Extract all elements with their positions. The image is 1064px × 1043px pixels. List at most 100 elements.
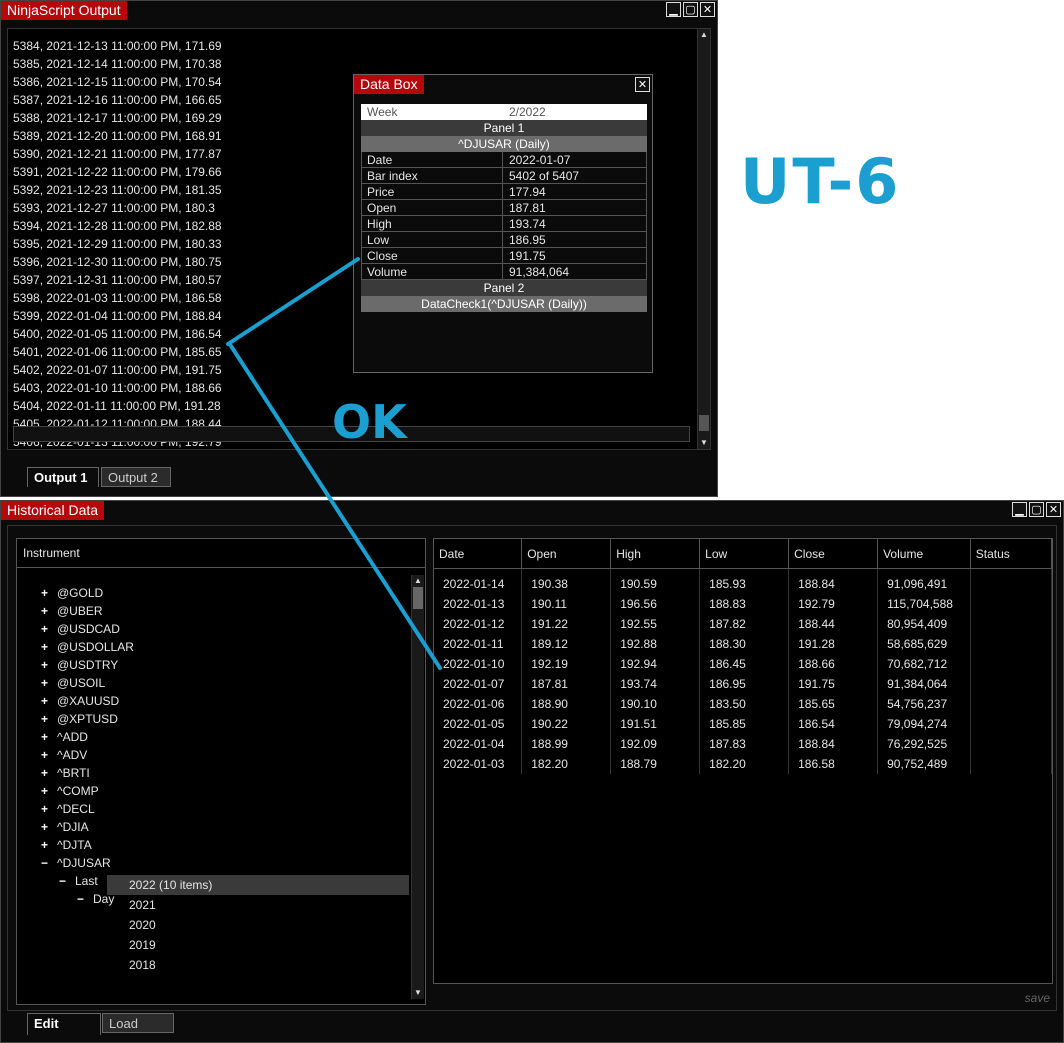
scroll-down-icon[interactable]: ▼ (412, 987, 424, 999)
table-cell: 2022-01-07 (434, 674, 523, 694)
expand-icon[interactable]: + (41, 836, 55, 854)
output-line: 5385, 2021-12-14 11:00:00 PM, 170.38 (13, 57, 222, 71)
table-row[interactable]: 2022-01-03 182.20 188.79 182.20 186.58 90,752… (434, 754, 1052, 774)
table-row[interactable]: 2022-01-07 187.81 193.74 186.95 191.75 91,384… (434, 674, 1052, 694)
table-cell: 2022-01-14 (434, 568, 523, 594)
data-box-row: Bar index 5402 of 5407 (361, 168, 647, 184)
expand-icon[interactable]: + (41, 746, 55, 764)
table-row[interactable]: 2022-01-04 188.99 192.09 187.83 188.84 76,292… (434, 734, 1052, 754)
expand-icon[interactable]: + (41, 674, 55, 692)
tree-item[interactable]: + ^COMP (17, 782, 411, 800)
instrument-header: Instrument (17, 539, 425, 568)
maximize-icon[interactable]: ▢ (1029, 502, 1044, 517)
tree-item-label: ^DJUSAR (57, 856, 111, 870)
expand-icon[interactable]: + (41, 782, 55, 800)
output-line: 5397, 2021-12-31 11:00:00 PM, 180.57 (13, 273, 222, 287)
tree-item[interactable]: + @UBER (17, 602, 411, 620)
data-box-close-icon[interactable]: ✕ (635, 77, 650, 92)
tree-item[interactable]: + ^DJTA (17, 836, 411, 854)
table-row[interactable]: 2022-01-10 192.19 192.94 186.45 188.66 70,682… (434, 654, 1052, 674)
year-item[interactable]: 2018 (107, 955, 409, 975)
table-row[interactable]: 2022-01-12 191.22 192.55 187.82 188.44 80,954… (434, 614, 1052, 634)
year-item[interactable]: 2020 (107, 915, 409, 935)
data-box-row: Close 191.75 (361, 248, 647, 264)
scroll-thumb[interactable] (413, 587, 423, 609)
year-item[interactable]: 2022 (10 items) (107, 875, 409, 895)
output-line: 5398, 2022-01-03 11:00:00 PM, 186.58 (13, 291, 222, 305)
week-label: Week (367, 105, 398, 119)
expand-icon[interactable]: + (41, 818, 55, 836)
table-cell: 91,384,064 (877, 674, 971, 694)
year-item[interactable]: 2019 (107, 935, 409, 955)
table-row[interactable]: 2022-01-13 190.11 196.56 188.83 192.79 115,70… (434, 594, 1052, 614)
scroll-up-icon[interactable]: ▲ (698, 29, 710, 41)
table-row[interactable]: 2022-01-06 188.90 190.10 183.50 185.65 54,756… (434, 694, 1052, 714)
column-header[interactable]: Low (699, 539, 790, 569)
tree-item[interactable]: + @USDOLLAR (17, 638, 411, 656)
expand-icon[interactable]: + (41, 656, 55, 674)
tree-item[interactable]: + @USDCAD (17, 620, 411, 638)
output-vscroll[interactable]: ▲ ▼ (697, 29, 710, 449)
instrument-panel: Instrument + @GOLD + @UBER + @USDCAD + @USDOLLA… (16, 538, 426, 1005)
tree-item[interactable]: + @XAUUSD (17, 692, 411, 710)
tree-item[interactable]: + @USDTRY (17, 656, 411, 674)
maximize-icon[interactable]: ▢ (683, 2, 698, 17)
table-cell: 192.55 (610, 614, 701, 634)
scroll-up-icon[interactable]: ▲ (412, 575, 424, 587)
year-item[interactable]: 2021 (107, 895, 409, 915)
expand-icon[interactable]: + (41, 710, 55, 728)
tree-item[interactable]: + @USOIL (17, 674, 411, 692)
save-label[interactable]: save (1025, 991, 1050, 1005)
table-cell: 190.22 (521, 714, 612, 734)
table-cell: 196.56 (610, 594, 701, 614)
scroll-thumb[interactable] (699, 415, 709, 431)
tree-item[interactable]: − ^DJUSAR (17, 854, 411, 872)
table-cell: 188.90 (521, 694, 612, 714)
tree-item[interactable]: + ^DECL (17, 800, 411, 818)
minimize-icon[interactable]: ▁ (666, 2, 681, 17)
column-header[interactable]: Open (521, 539, 612, 569)
data-box-row: Date 2022-01-07 (361, 152, 647, 168)
tree-item[interactable]: + @XPTUSD (17, 710, 411, 728)
close-icon[interactable]: ✕ (700, 2, 715, 17)
close-icon[interactable]: ✕ (1046, 502, 1061, 517)
expand-icon[interactable]: + (41, 728, 55, 746)
table-cell: 90,752,489 (877, 754, 971, 774)
table-row[interactable]: 2022-01-14 190.38 190.59 185.93 188.84 91,096… (434, 568, 1052, 594)
expand-icon[interactable]: + (41, 764, 55, 782)
data-box-row-label: Date (362, 152, 503, 167)
expand-icon[interactable]: + (41, 620, 55, 638)
table-cell: 183.50 (699, 694, 790, 714)
column-header[interactable]: Close (788, 539, 879, 569)
table-row[interactable]: 2022-01-05 190.22 191.51 185.85 186.54 79,094… (434, 714, 1052, 734)
tree-item[interactable]: + ^DJIA (17, 818, 411, 836)
tab-output-2[interactable]: Output 2 (101, 467, 171, 487)
minimize-icon[interactable]: ▁ (1012, 502, 1027, 517)
tree-item[interactable]: + @GOLD (17, 584, 411, 602)
expand-icon[interactable]: + (41, 800, 55, 818)
column-header[interactable]: High (610, 539, 701, 569)
column-header[interactable]: Status (970, 539, 1052, 569)
tab-edit[interactable]: Edit (27, 1013, 101, 1035)
tab-output-1[interactable]: Output 1 (27, 467, 99, 487)
table-row[interactable]: 2022-01-11 189.12 192.88 188.30 191.28 58,685… (434, 634, 1052, 654)
tree-vscroll[interactable]: ▲ ▼ (411, 575, 424, 999)
tree-item[interactable]: + ^ADD (17, 728, 411, 746)
tree-item-label: @USDCAD (57, 622, 120, 636)
tab-load[interactable]: Load (102, 1013, 174, 1033)
table-cell: 190.59 (610, 568, 701, 594)
instrument-tree[interactable]: + @GOLD + @UBER + @USDCAD + @USDOLLAR + @USDTRY + @… (17, 584, 411, 908)
column-header[interactable]: Date (434, 539, 523, 569)
expand-icon[interactable]: + (41, 584, 55, 602)
expand-icon[interactable]: + (41, 692, 55, 710)
expand-icon[interactable]: + (41, 602, 55, 620)
collapse-icon[interactable]: − (59, 872, 73, 890)
tree-item[interactable]: + ^BRTI (17, 764, 411, 782)
scroll-down-icon[interactable]: ▼ (698, 437, 710, 449)
collapse-icon[interactable]: − (77, 890, 91, 908)
table-cell: 188.79 (610, 754, 701, 774)
tree-item[interactable]: + ^ADV (17, 746, 411, 764)
column-header[interactable]: Volume (877, 539, 971, 569)
expand-icon[interactable]: + (41, 638, 55, 656)
collapse-icon[interactable]: − (41, 854, 55, 872)
